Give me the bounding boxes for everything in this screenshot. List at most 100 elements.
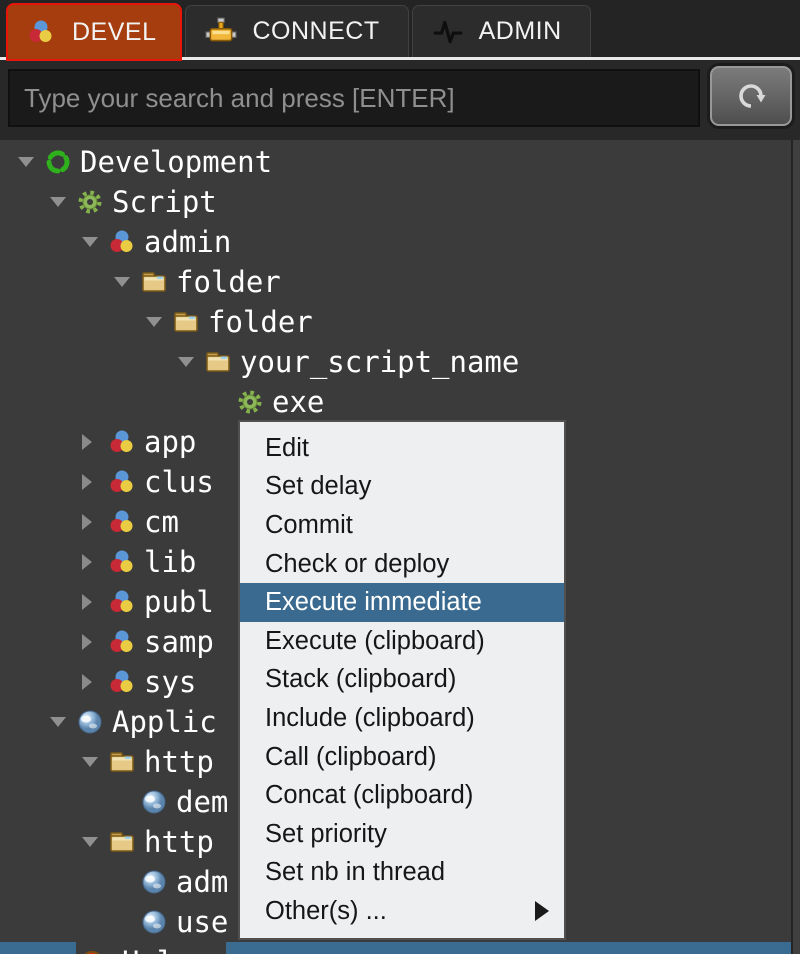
scrollbar-track[interactable] <box>791 140 800 954</box>
tree-item-label: dem <box>176 782 228 822</box>
tree-item-label: use <box>176 902 228 942</box>
menu-item-set-priority[interactable]: Set priority <box>240 815 564 854</box>
tree-item-your-script-name[interactable]: your_script_name <box>0 342 800 382</box>
tree-item-admin[interactable]: admin <box>0 222 800 262</box>
tab-devel-label: DEVEL <box>72 18 156 47</box>
menu-item-set-nb-in-thread[interactable]: Set nb in thread <box>240 854 564 893</box>
collapse-toggle-icon[interactable] <box>82 757 108 767</box>
tree-item-label: Applic <box>112 702 217 742</box>
expand-toggle-icon[interactable] <box>82 514 108 530</box>
expand-toggle-icon[interactable] <box>82 554 108 570</box>
folder-icon <box>204 348 232 376</box>
collapse-toggle-icon[interactable] <box>146 317 172 327</box>
menu-item-call-clipboard[interactable]: Call (clipboard) <box>240 738 564 777</box>
tree-item-label: app <box>144 422 196 462</box>
expand-toggle-icon[interactable] <box>82 474 108 490</box>
menu-item-concat-clipboard[interactable]: Concat (clipboard) <box>240 776 564 815</box>
tree-item-label: Help <box>122 942 192 954</box>
expand-toggle-icon[interactable] <box>82 674 108 690</box>
globe-icon <box>140 788 168 816</box>
menu-item-execute-immediate[interactable]: Execute immediate <box>240 583 564 622</box>
tree-item-label: publ <box>144 582 214 622</box>
menu-item-label: Execute immediate <box>265 588 482 617</box>
tab-admin[interactable]: ADMIN <box>412 5 591 57</box>
menu-item-include-clipboard[interactable]: Include (clipboard) <box>240 699 564 738</box>
menu-item-label: Execute (clipboard) <box>265 627 485 656</box>
menu-item-check-or-deploy[interactable]: Check or deploy <box>240 545 564 584</box>
menu-item-label: Set priority <box>265 820 387 849</box>
folder-icon <box>108 748 136 776</box>
menu-item-edit[interactable]: Edit <box>240 429 564 468</box>
globe-icon <box>140 868 168 896</box>
components-icon <box>108 508 136 536</box>
gear-icon <box>236 388 264 416</box>
collapse-toggle-icon[interactable] <box>114 277 140 287</box>
tab-connect[interactable]: CONNECT <box>185 5 408 57</box>
expand-toggle-icon[interactable] <box>82 594 108 610</box>
menu-item-label: Commit <box>265 511 353 540</box>
refresh-button[interactable] <box>710 66 792 126</box>
collapse-toggle-icon[interactable] <box>82 237 108 247</box>
components-icon <box>108 668 136 696</box>
tree-item-label: folder <box>176 262 281 302</box>
collapse-toggle-icon[interactable] <box>82 837 108 847</box>
pulse-icon <box>431 15 465 49</box>
folder-icon <box>108 828 136 856</box>
menu-item-label: Stack (clipboard) <box>265 665 456 694</box>
lifering-icon <box>78 948 106 954</box>
tree-item-label: adm <box>176 862 228 902</box>
context-menu: Edit Set delay Commit Check or deploy Execut… <box>238 420 566 940</box>
search-bar <box>0 60 800 140</box>
tree-item-label: sys <box>144 662 196 702</box>
tree-item-label: clus <box>144 462 214 502</box>
expand-toggle-icon[interactable] <box>82 634 108 650</box>
tree-item-label: cm <box>144 502 179 542</box>
components-icon <box>108 428 136 456</box>
collapse-toggle-icon[interactable] <box>50 197 76 207</box>
components-icon <box>108 548 136 576</box>
tab-connect-label: CONNECT <box>252 17 379 46</box>
folder-icon <box>172 308 200 336</box>
recycle-icon <box>44 148 72 176</box>
tree-item-development[interactable]: Development <box>0 142 800 182</box>
tree-item-label: http <box>144 742 214 782</box>
collapse-toggle-icon[interactable] <box>50 717 76 727</box>
tree-item-label: admin <box>144 222 231 262</box>
components-icon <box>108 468 136 496</box>
tree-item-label: lib <box>144 542 196 582</box>
tree-item-help[interactable]: Help <box>0 942 800 954</box>
menu-item-label: Check or deploy <box>265 550 449 579</box>
tab-devel[interactable]: DEVEL <box>6 3 182 61</box>
globe-icon <box>140 908 168 936</box>
gear-icon <box>76 188 104 216</box>
menu-item-set-delay[interactable]: Set delay <box>240 468 564 507</box>
components-icon <box>108 628 136 656</box>
menu-item-label: Set nb in thread <box>265 858 445 887</box>
tree-item-folder[interactable]: folder <box>0 262 800 302</box>
expand-toggle-icon[interactable] <box>82 434 108 450</box>
submenu-arrow-icon <box>535 901 549 921</box>
menu-item-label: Concat (clipboard) <box>265 781 473 810</box>
collapse-toggle-icon[interactable] <box>178 357 204 367</box>
menu-item-label: Edit <box>265 434 309 463</box>
menu-item-stack-clipboard[interactable]: Stack (clipboard) <box>240 661 564 700</box>
selected-item-chip: Help <box>76 942 226 954</box>
menu-item-execute-clipboard[interactable]: Execute (clipboard) <box>240 622 564 661</box>
components-icon <box>108 228 136 256</box>
collapse-toggle-icon[interactable] <box>18 157 44 167</box>
tree-item-label: exe <box>272 382 324 422</box>
search-input[interactable] <box>8 69 700 127</box>
menu-item-label: Include (clipboard) <box>265 704 475 733</box>
tree-item-folder[interactable]: folder <box>0 302 800 342</box>
menu-item-other-s[interactable]: Other(s) ... <box>240 892 564 931</box>
menu-item-commit[interactable]: Commit <box>240 506 564 545</box>
tree-item-label: samp <box>144 622 214 662</box>
tab-admin-label: ADMIN <box>479 17 562 46</box>
components-icon <box>24 15 58 49</box>
tree-item-exe[interactable]: exe <box>0 382 800 422</box>
globe-icon <box>76 708 104 736</box>
tree-item-label: Script <box>112 182 217 222</box>
menu-item-label: Call (clipboard) <box>265 743 436 772</box>
tree-item-label: http <box>144 822 214 862</box>
tree-item-script[interactable]: Script <box>0 182 800 222</box>
